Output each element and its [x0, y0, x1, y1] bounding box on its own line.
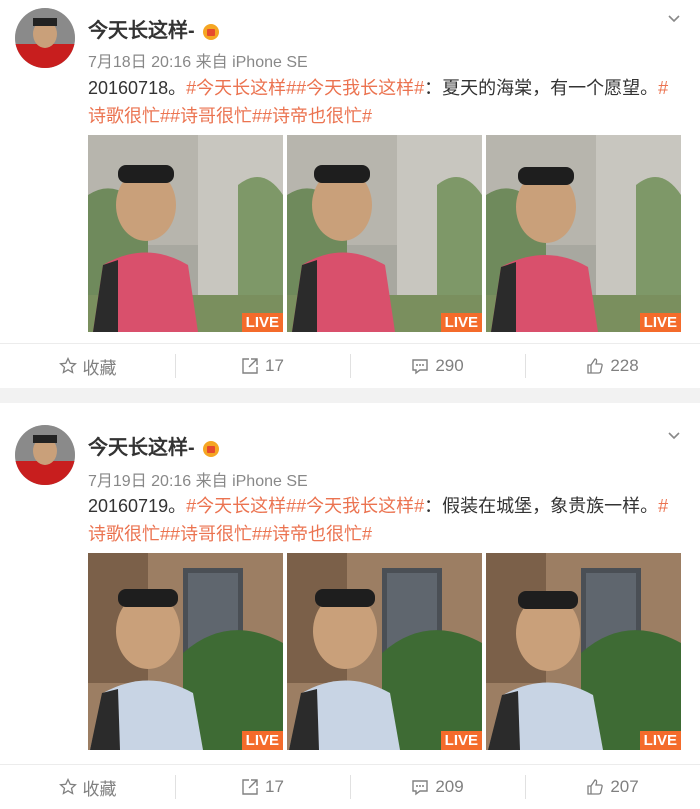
- like-button[interactable]: 207: [525, 765, 700, 809]
- action-bar: 收藏 17 290 228: [0, 343, 700, 388]
- hashtag[interactable]: #诗帝也很忙#: [262, 524, 372, 544]
- live-badge: LIVE: [639, 313, 681, 332]
- repost-button[interactable]: 17: [175, 765, 350, 809]
- weibo-post: 今天长这样- 7月19日 20:16 来自 iPhone SE 20160719…: [0, 403, 700, 809]
- user-name[interactable]: 今天长这样-: [88, 14, 221, 43]
- live-badge: LIVE: [241, 313, 283, 332]
- hashtag[interactable]: #诗哥很忙#: [170, 106, 262, 126]
- live-badge: LIVE: [639, 731, 681, 750]
- comment-icon: [412, 359, 429, 375]
- user-name[interactable]: 今天长这样-: [88, 431, 221, 460]
- hashtag[interactable]: #今天长这样#: [186, 78, 296, 98]
- hashtag[interactable]: #今天我长这样#: [296, 496, 424, 516]
- live-badge: LIVE: [440, 731, 482, 750]
- photo-grid: LIVE LIVE LIVE: [88, 135, 684, 332]
- chevron-down-icon[interactable]: [666, 10, 682, 26]
- star-icon: [58, 357, 77, 374]
- weibo-post: 今天长这样- 7月18日 20:16 来自 iPhone SE 20160718…: [0, 0, 700, 388]
- like-button[interactable]: 228: [525, 344, 700, 388]
- hashtag[interactable]: #诗帝也很忙#: [262, 106, 372, 126]
- comment-icon: [412, 780, 429, 796]
- photo-thumbnail[interactable]: LIVE: [88, 553, 283, 750]
- thumbs-up-icon: [587, 358, 604, 374]
- repost-icon: [242, 779, 258, 795]
- photo-thumbnail[interactable]: LIVE: [486, 135, 681, 332]
- comment-button[interactable]: 209: [350, 765, 525, 809]
- vip-badge-icon: [201, 440, 221, 458]
- thumbs-up-icon: [587, 779, 604, 795]
- photo-thumbnail[interactable]: LIVE: [287, 553, 482, 750]
- photo-thumbnail[interactable]: LIVE: [88, 135, 283, 332]
- chevron-down-icon[interactable]: [666, 427, 682, 443]
- post-meta: 7月18日 20:16 来自 iPhone SE: [88, 54, 308, 71]
- live-badge: LIVE: [440, 313, 482, 332]
- live-badge: LIVE: [241, 731, 283, 750]
- post-text: 20160718。#今天长这样##今天我长这样#：夏天的海棠，有一个愿望。#诗歌…: [88, 78, 669, 126]
- hashtag[interactable]: #今天我长这样#: [296, 78, 424, 98]
- repost-button[interactable]: 17: [175, 344, 350, 388]
- avatar[interactable]: [15, 425, 75, 485]
- comment-button[interactable]: 290: [350, 344, 525, 388]
- photo-thumbnail[interactable]: LIVE: [486, 553, 681, 750]
- star-icon: [58, 778, 77, 795]
- favorite-button[interactable]: 收藏: [0, 344, 175, 388]
- hashtag[interactable]: #诗哥很忙#: [170, 524, 262, 544]
- photo-thumbnail[interactable]: LIVE: [287, 135, 482, 332]
- post-meta: 7月19日 20:16 来自 iPhone SE: [88, 473, 308, 490]
- post-text: 20160719。#今天长这样##今天我长这样#：假装在城堡，象贵族一样。#诗歌…: [88, 496, 669, 544]
- hashtag[interactable]: #今天长这样#: [186, 496, 296, 516]
- photo-grid: LIVE LIVE LIVE: [88, 553, 684, 750]
- repost-icon: [242, 358, 258, 374]
- favorite-button[interactable]: 收藏: [0, 765, 175, 809]
- action-bar: 收藏 17 209 207: [0, 764, 700, 809]
- vip-badge-icon: [201, 23, 221, 41]
- avatar[interactable]: [15, 8, 75, 68]
